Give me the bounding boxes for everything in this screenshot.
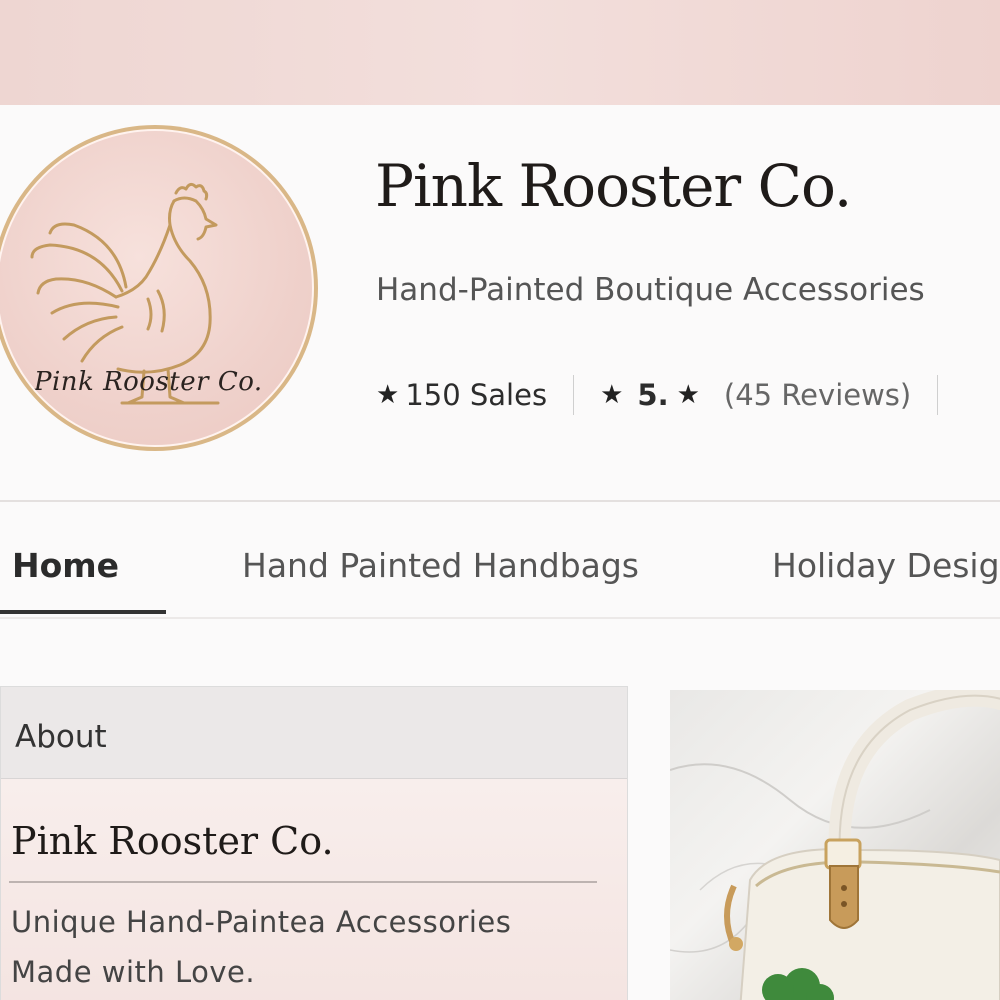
- stat-divider: [937, 375, 939, 415]
- tab-hand-painted-handbags[interactable]: Hand Painted Handbags: [242, 546, 639, 585]
- rating-value: 5.: [637, 378, 669, 412]
- tabs-divider: [0, 617, 1000, 619]
- active-tab-indicator: [0, 610, 166, 614]
- shop-tabs: Home Hand Painted Handbags Holiday Desig: [0, 502, 1000, 620]
- rating-stat[interactable]: ★ 5. ★ (45 Reviews): [600, 378, 911, 412]
- sales-stat: ★ 150 Sales: [376, 378, 547, 412]
- about-title: Pink Rooster Co.: [11, 819, 334, 863]
- star-icon: ★: [600, 380, 624, 410]
- handbag-image[interactable]: [670, 690, 1000, 1000]
- logo-script-text: Pink Rooster Co.: [34, 367, 263, 397]
- about-body: Pink Rooster Co. Unique Hand-Paintea Acc…: [1, 779, 627, 1000]
- shop-logo[interactable]: Pink Rooster Co.: [0, 125, 318, 451]
- tab-home[interactable]: Home: [12, 546, 119, 585]
- rooster-logo-badge: Pink Rooster Co.: [0, 129, 314, 447]
- star-icon: ★: [676, 380, 700, 410]
- tab-holiday-designs[interactable]: Holiday Desig: [772, 546, 1000, 585]
- page-background: [0, 0, 1000, 105]
- about-description: Unique Hand-Paintea Accessories Made wit…: [11, 905, 512, 989]
- shop-stats: ★ 150 Sales ★ 5. ★ (45 Reviews): [376, 374, 964, 416]
- stat-divider: [573, 375, 575, 415]
- shop-tagline: Hand-Painted Boutique Accessories: [376, 272, 925, 308]
- reviews-link[interactable]: (45 Reviews): [724, 378, 911, 412]
- about-header: About: [1, 687, 627, 779]
- star-icon: ★: [376, 380, 400, 410]
- about-panel: About Pink Rooster Co. Unique Hand-Paint…: [0, 686, 628, 1000]
- sales-count: 150 Sales: [405, 378, 548, 412]
- rooster-icon: [30, 182, 220, 405]
- handbag-illustration: [670, 690, 1000, 1000]
- shop-name: Pink Rooster Co.: [375, 152, 852, 220]
- about-divider: [9, 881, 597, 883]
